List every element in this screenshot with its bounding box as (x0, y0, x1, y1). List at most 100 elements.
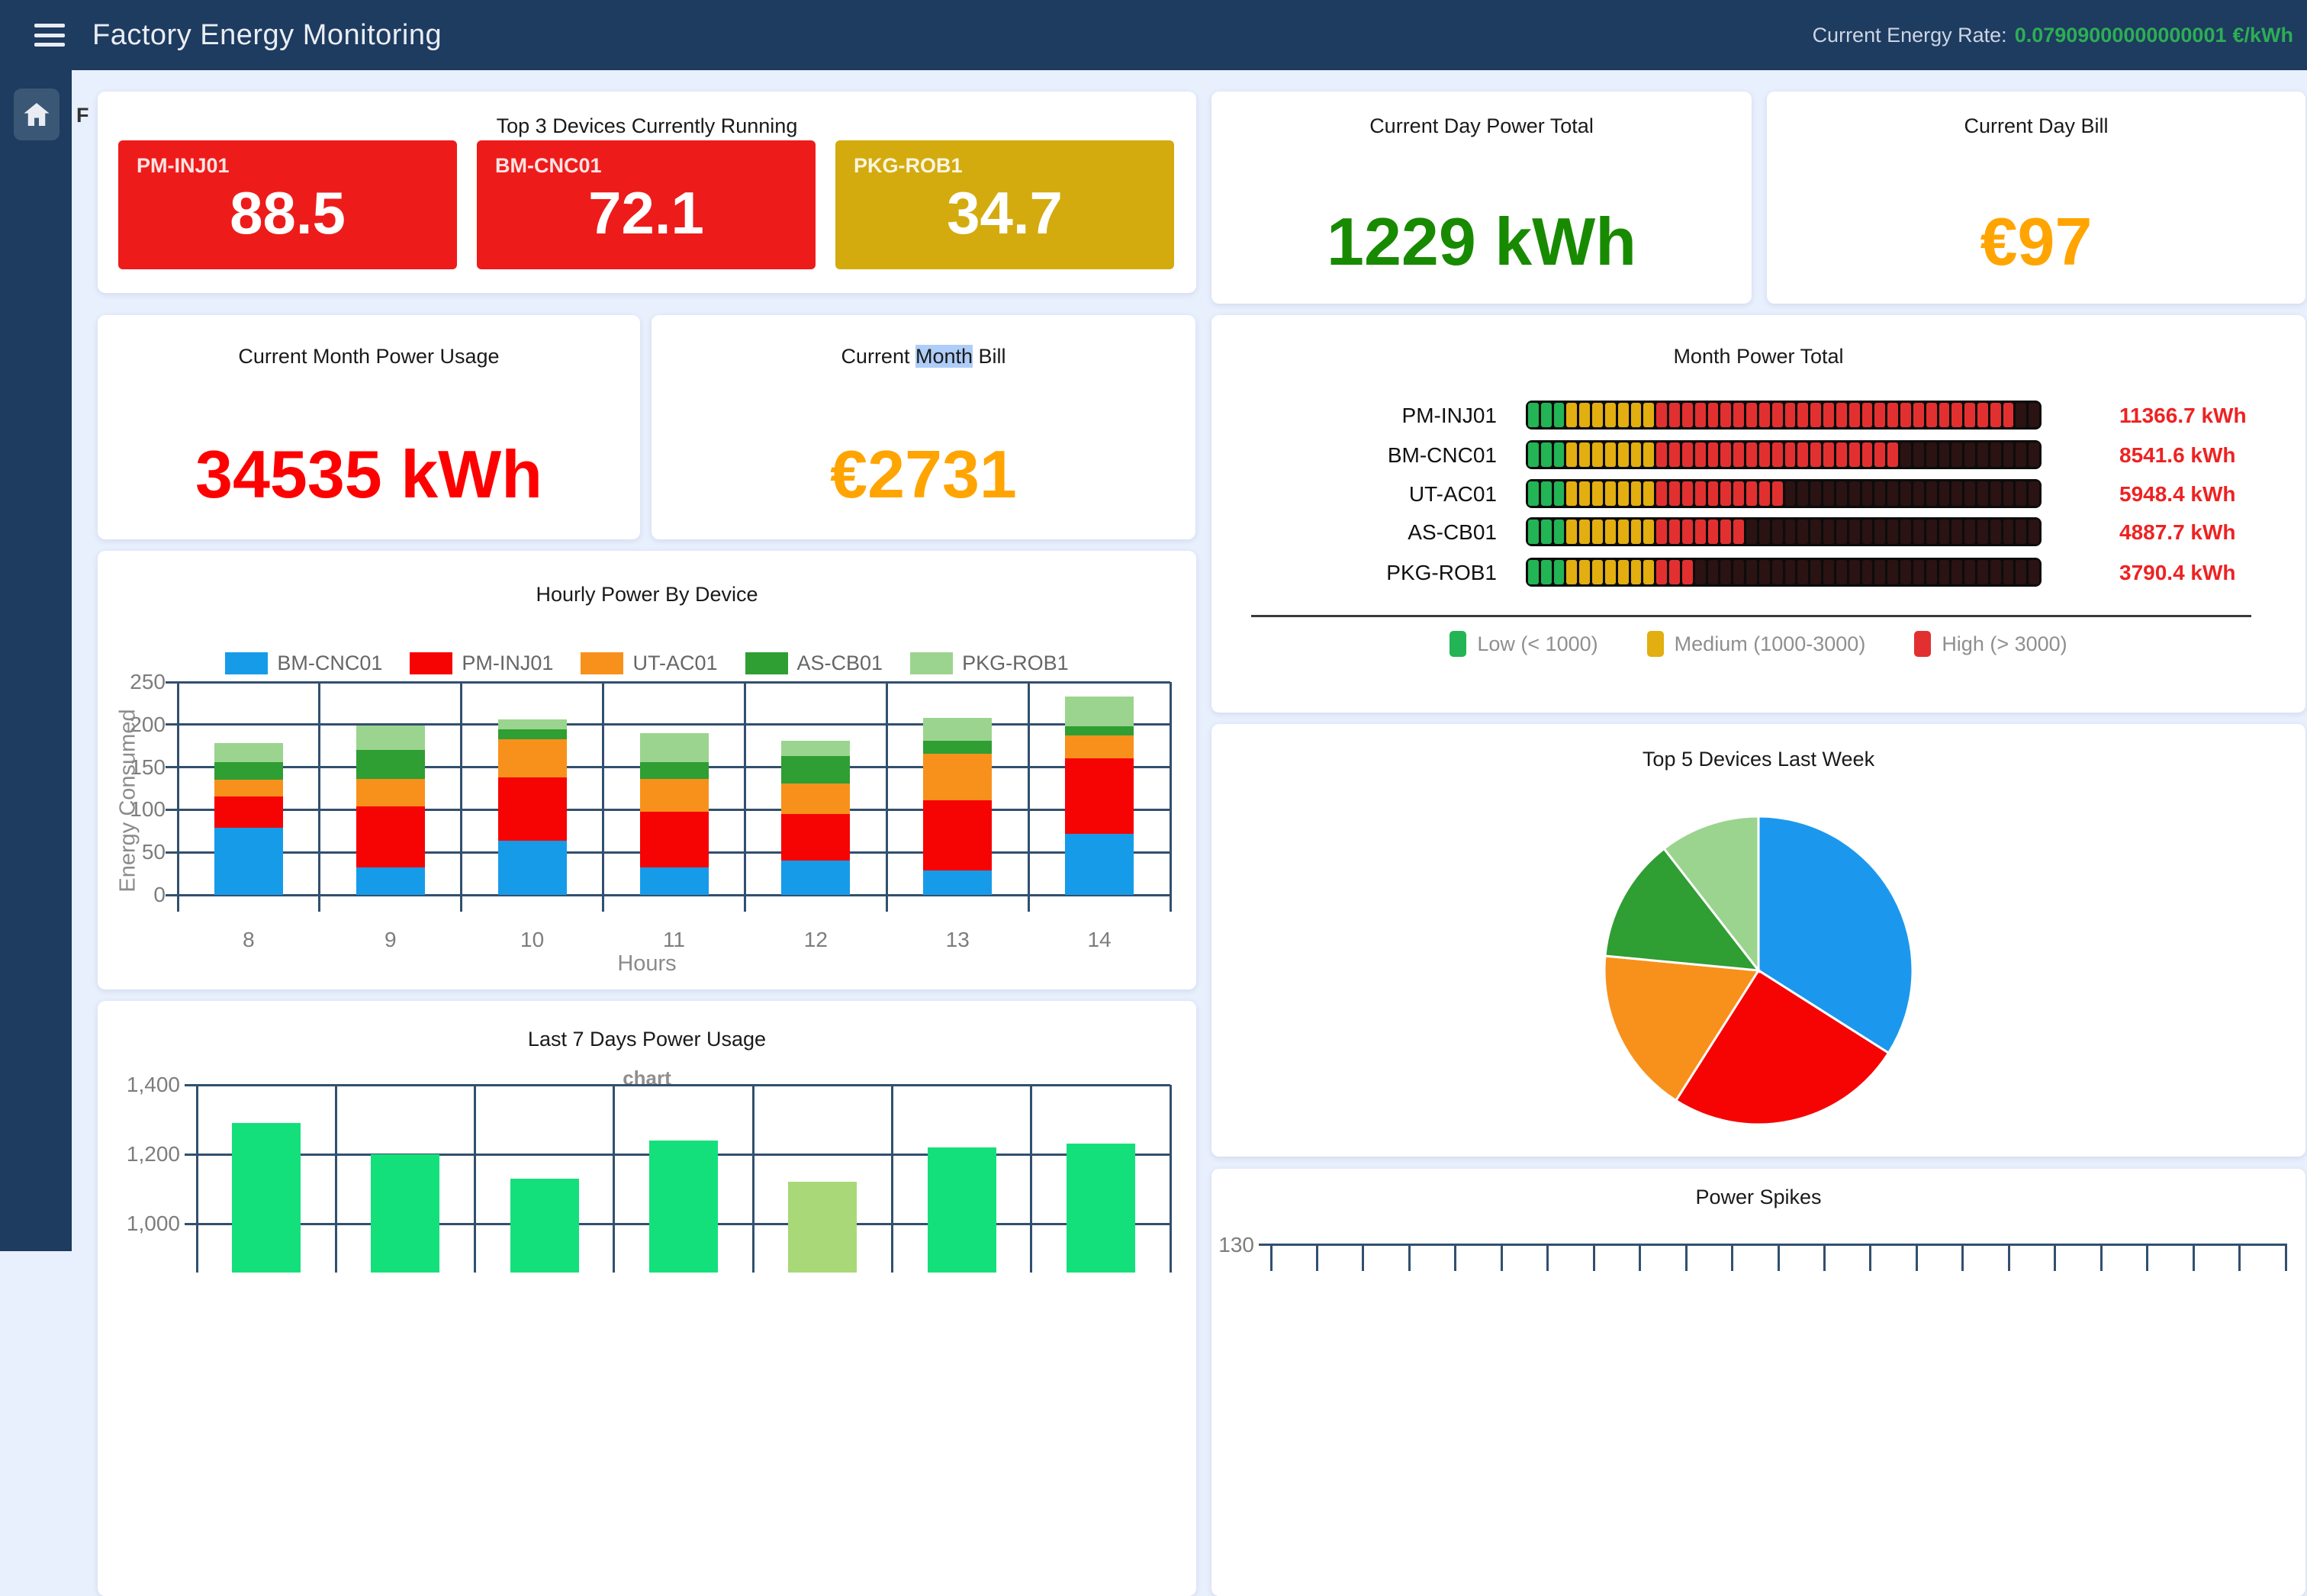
legend-label: PKG-ROB1 (962, 652, 1069, 675)
gauge-segment (1977, 481, 1988, 506)
gauge-segment (1951, 481, 1962, 506)
gauge-segment (1849, 520, 1860, 544)
stacked-bar-segment[interactable] (781, 756, 850, 784)
gauge-segment (1772, 481, 1783, 506)
stacked-bar-segment[interactable] (640, 733, 709, 762)
stacked-bar-segment[interactable] (214, 796, 283, 828)
gridline (1362, 1244, 1364, 1271)
bar[interactable] (232, 1123, 301, 1273)
bar[interactable] (510, 1179, 579, 1273)
stacked-bar-segment[interactable] (498, 739, 567, 777)
device-name: BM-CNC01 (495, 154, 602, 178)
stacked-bar-segment[interactable] (356, 806, 425, 867)
y-tick-label: 1,200 (119, 1142, 180, 1166)
stacked-bar-segment[interactable] (498, 729, 567, 738)
bar[interactable] (649, 1141, 718, 1273)
bar[interactable] (788, 1182, 857, 1273)
gauge-segment (1900, 481, 1911, 506)
gauge-segment (1874, 560, 1885, 584)
stacked-bar-segment[interactable] (781, 741, 850, 756)
line-chart-axis[interactable] (1271, 1244, 2286, 1274)
panel-title: Top 3 Devices Currently Running (98, 114, 1196, 138)
stacked-bar-segment[interactable] (923, 800, 992, 870)
stacked-bar-segment[interactable] (498, 719, 567, 729)
stacked-bar-segment[interactable] (923, 754, 992, 800)
stacked-bar-segment[interactable] (640, 812, 709, 868)
gauge-segment (1785, 403, 1796, 427)
device-tile-bm-cnc01[interactable]: BM-CNC01 72.1 (477, 140, 816, 269)
stacked-bar-segment[interactable] (781, 861, 850, 895)
segmented-gauge[interactable] (1526, 558, 2042, 587)
x-tick-label: 14 (1028, 928, 1170, 952)
gridline (1030, 1085, 1032, 1273)
gauge-segment (1810, 560, 1821, 584)
stacked-bar-segment[interactable] (640, 867, 709, 895)
stacked-bar-chart[interactable]: 050100150200250891011121314 (178, 682, 1170, 895)
gauge-segment (1849, 403, 1860, 427)
stacked-bar-segment[interactable] (1065, 697, 1134, 726)
stacked-bar-segment[interactable] (214, 743, 283, 762)
stacked-bar-segment[interactable] (1065, 735, 1134, 758)
device-tile-pm-inj01[interactable]: PM-INJ01 88.5 (118, 140, 457, 269)
segmented-gauge[interactable] (1526, 479, 2042, 508)
stacked-bar-segment[interactable] (640, 779, 709, 811)
stacked-bar-segment[interactable] (356, 750, 425, 779)
stacked-bar-segment[interactable] (356, 867, 425, 895)
gauge-segment (1887, 560, 1898, 584)
gauge-segment (1541, 442, 1552, 467)
stacked-bar-segment[interactable] (214, 828, 283, 895)
stacked-bar-segment[interactable] (498, 777, 567, 841)
stacked-bar-segment[interactable] (781, 814, 850, 861)
stacked-bar-segment[interactable] (923, 718, 992, 741)
stacked-bar-segment[interactable] (498, 841, 567, 895)
gauge-segment (1695, 560, 1706, 584)
gauge-segment (1720, 403, 1731, 427)
selected-text: Month (915, 345, 973, 368)
gauge-segment (1605, 520, 1616, 544)
gauge-segment (1669, 560, 1680, 584)
device-tile-pkg-rob1[interactable]: PKG-ROB1 34.7 (835, 140, 1174, 269)
stacked-bar-segment[interactable] (356, 779, 425, 806)
home-button[interactable] (14, 88, 60, 140)
gauge-segment (1541, 560, 1552, 584)
segmented-gauge[interactable] (1526, 517, 2042, 546)
stacked-bar-segment[interactable] (640, 762, 709, 779)
gauge-segment (1541, 403, 1552, 427)
gauge-segment (1913, 481, 1924, 506)
stacked-bar-segment[interactable] (1065, 726, 1134, 735)
sidebar (0, 70, 72, 1251)
gauge-segment (1785, 520, 1796, 544)
bar[interactable] (371, 1154, 439, 1273)
stacked-bar-segment[interactable] (214, 762, 283, 780)
stacked-bar-segment[interactable] (1065, 834, 1134, 895)
segmented-gauge[interactable] (1526, 401, 2042, 430)
legend-label: BM-CNC01 (277, 652, 382, 675)
gauge-segment (1554, 520, 1565, 544)
x-tick-label: 13 (886, 928, 1028, 952)
gauge-segment (1708, 403, 1719, 427)
stacked-bar-segment[interactable] (214, 780, 283, 796)
bar[interactable] (1067, 1144, 1135, 1273)
gauge-segment (1554, 442, 1565, 467)
gridline (1961, 1244, 1964, 1271)
bar-chart[interactable]: 1,4001,2001,000 (197, 1085, 1170, 1273)
gauge-segment (1682, 481, 1693, 506)
segmented-gauge[interactable] (1526, 440, 2042, 469)
stacked-bar-segment[interactable] (1065, 758, 1134, 833)
panel-top3-devices: Top 3 Devices Currently Running PM-INJ01… (98, 92, 1196, 293)
gauge-segment (1964, 403, 1975, 427)
gauge-segment (1887, 403, 1898, 427)
gauge-segment (1708, 520, 1719, 544)
panel-title: Last 7 Days Power Usage (98, 1028, 1196, 1051)
gauge-segment (1964, 520, 1975, 544)
stacked-bar-segment[interactable] (781, 784, 850, 814)
stacked-bar-segment[interactable] (923, 741, 992, 754)
pie-chart[interactable] (1211, 724, 2305, 1157)
stacked-bar-segment[interactable] (356, 726, 425, 750)
gauge-segment (1656, 442, 1667, 467)
gridline (178, 723, 1170, 726)
menu-icon[interactable] (34, 24, 65, 47)
gauge-segment (1990, 403, 2001, 427)
stacked-bar-segment[interactable] (923, 870, 992, 895)
bar[interactable] (928, 1147, 996, 1273)
